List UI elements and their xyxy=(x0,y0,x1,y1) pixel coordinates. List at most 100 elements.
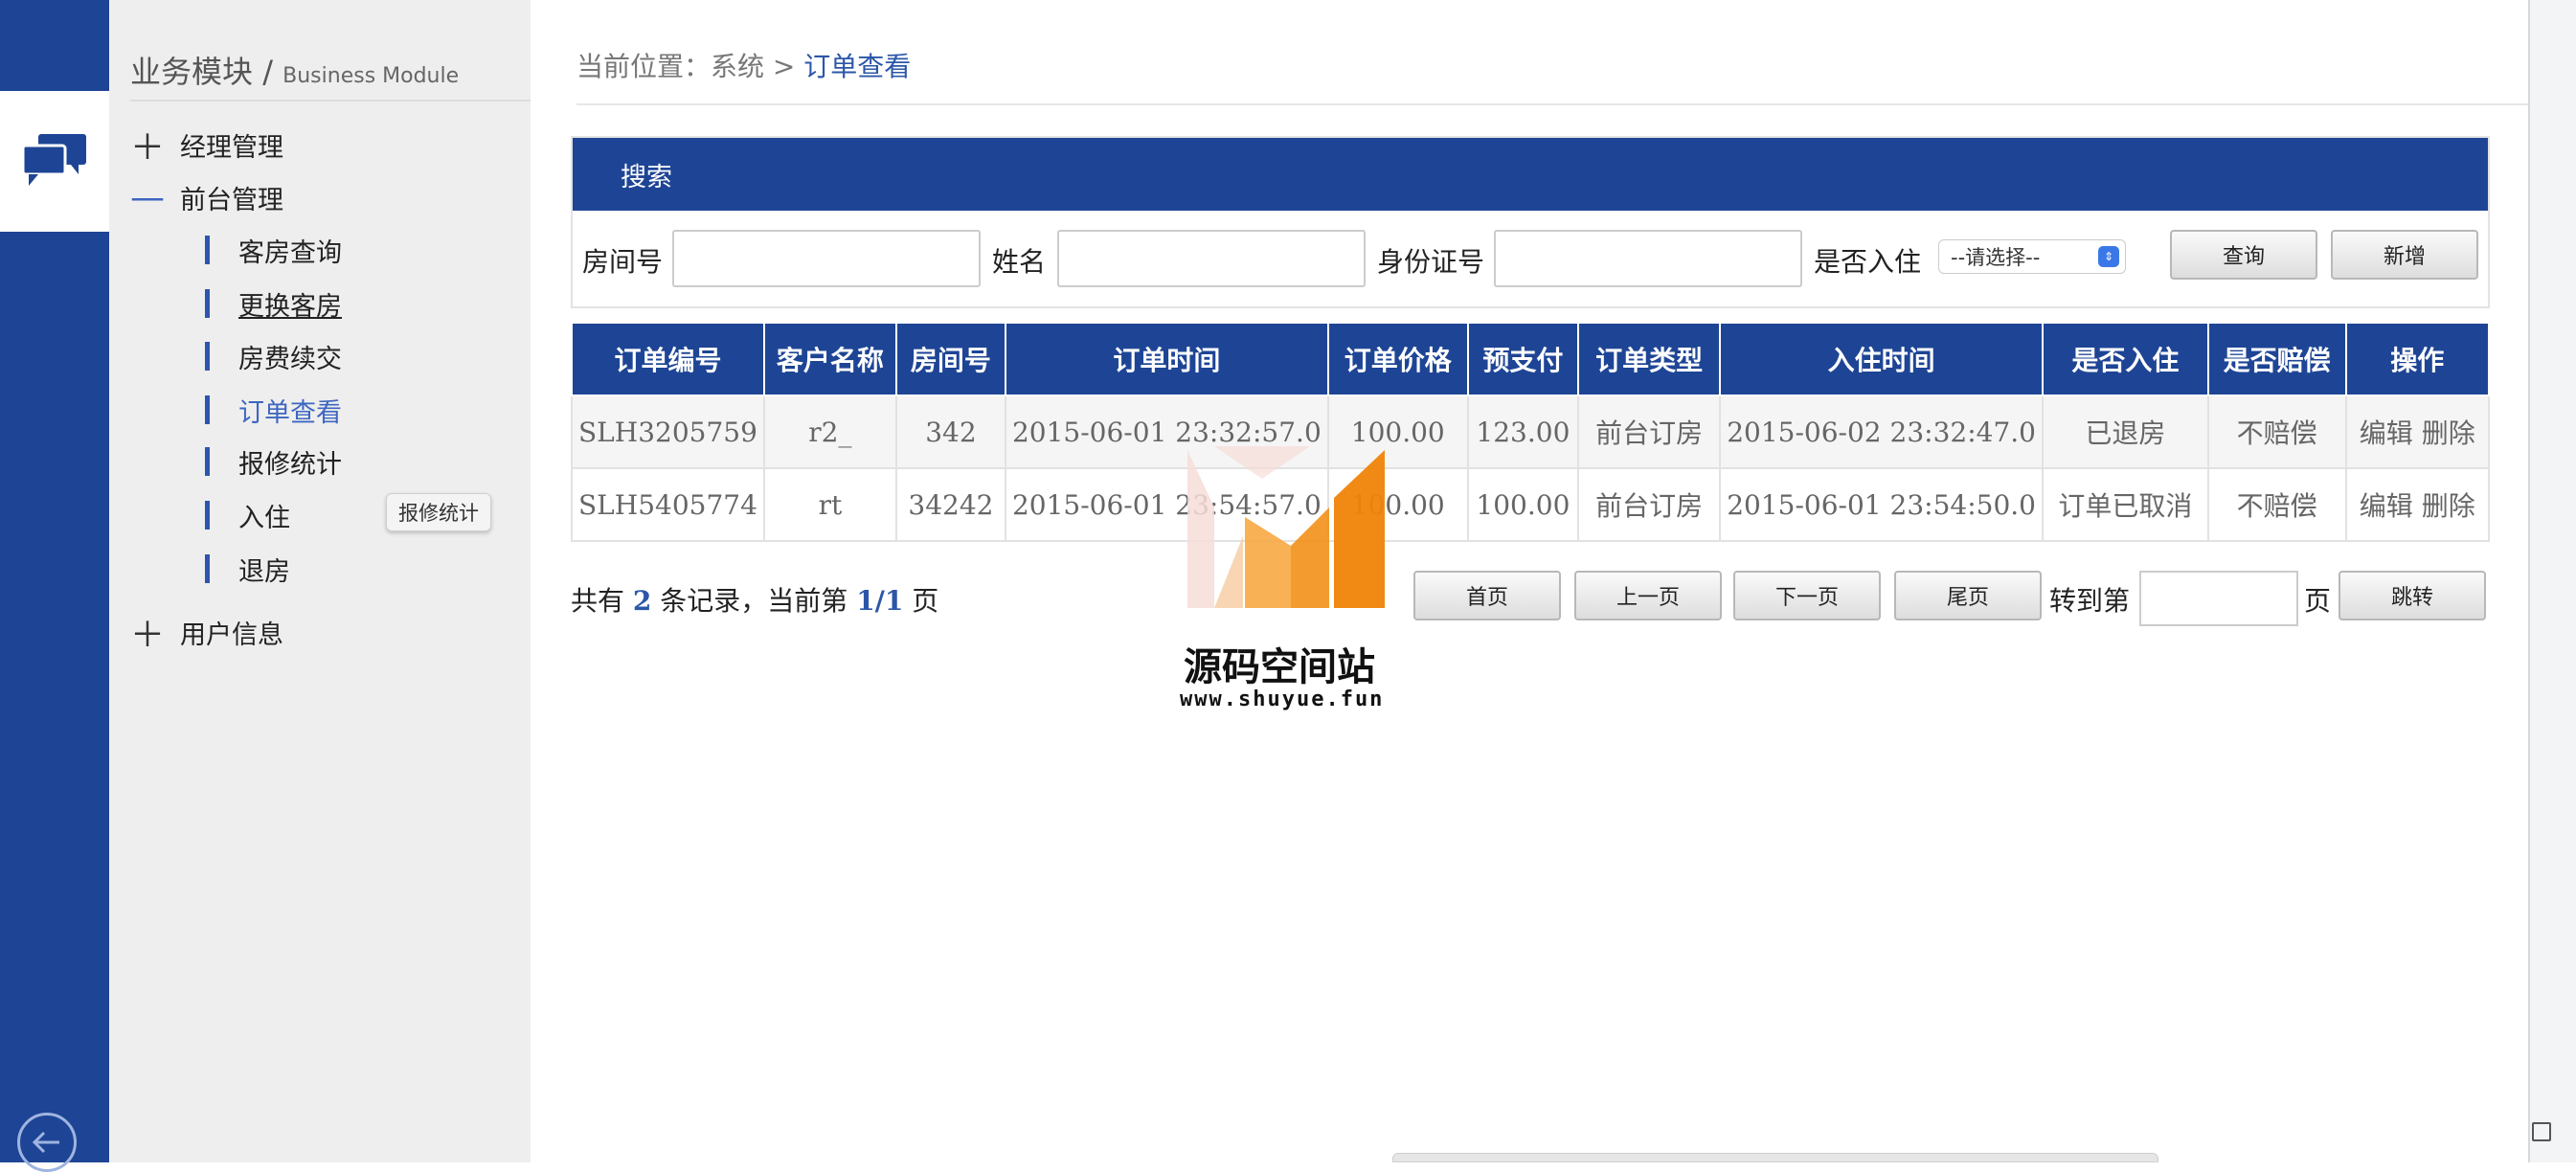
cell-checkin-time: 2015-06-02 23:32:47.0 xyxy=(1719,394,2044,469)
id-number-input[interactable] xyxy=(1494,230,1802,287)
pager-summary: 共有 2 条记录，当前第 1/1 页 xyxy=(571,580,938,619)
sidebar-item-check-in[interactable]: 入住 xyxy=(205,496,290,534)
cell-compensation: 不赔偿 xyxy=(2206,394,2347,469)
select-arrows-icon: ⇕ xyxy=(2098,246,2119,267)
expand-icon: ＋ xyxy=(130,128,166,168)
goto-label: 转到第 xyxy=(2049,585,2131,617)
item-marker xyxy=(205,395,210,424)
column-header: 订单时间 xyxy=(1004,322,1329,396)
sidebar-item-label: 订单查看 xyxy=(238,397,342,428)
cell-order-type: 前台订房 xyxy=(1577,394,1722,469)
sidebar: 业务模块 / Business Module ＋ 经理管理 — 前台管理 客房查… xyxy=(109,0,531,1162)
sidebar-title-en: Business Module xyxy=(282,64,460,88)
query-button[interactable]: 查询 xyxy=(2170,230,2317,280)
item-marker xyxy=(205,236,210,264)
sidebar-item-label: 入住 xyxy=(238,503,290,533)
column-header: 客户名称 xyxy=(762,322,897,396)
name-input[interactable] xyxy=(1057,230,1366,287)
edit-link[interactable]: 编辑 xyxy=(2360,490,2413,522)
expand-icon: ＋ xyxy=(130,616,166,655)
app-rail xyxy=(0,0,109,1172)
chat-icon xyxy=(21,133,86,186)
sidebar-item-label: 报修统计 xyxy=(238,449,342,480)
menu-group-manager[interactable]: ＋ 经理管理 xyxy=(130,125,283,168)
page-indicator: 1/1 xyxy=(856,585,904,617)
checkin-select-value: --请选择-- xyxy=(1951,246,2041,269)
menu-group-label: 用户信息 xyxy=(180,620,283,650)
table-row: SLH5405774 rt 34242 2015-06-01 23:54:57.… xyxy=(571,467,2491,542)
checkin-select[interactable]: --请选择-- ⇕ xyxy=(1938,239,2126,274)
edit-link[interactable]: 编辑 xyxy=(2360,417,2413,449)
sidebar-title: 业务模块 / Business Module xyxy=(130,48,459,92)
sidebar-divider xyxy=(130,100,531,101)
delete-link[interactable]: 删除 xyxy=(2422,490,2475,522)
name-label: 姓名 xyxy=(992,246,1047,278)
sidebar-item-repair-stats[interactable]: 报修统计 xyxy=(205,442,342,481)
cell-checkin-time: 2015-06-01 23:54:50.0 xyxy=(1719,467,2044,542)
page-unit-label: 页 xyxy=(2304,585,2332,617)
table-header-row: 订单编号 客户名称 房间号 订单时间 订单价格 预支付 订单类型 入住时间 是否… xyxy=(571,322,2491,396)
column-header: 是否赔偿 xyxy=(2206,322,2347,396)
sidebar-item-change-room[interactable]: 更换客房 xyxy=(205,284,342,323)
right-edge-panel xyxy=(2528,0,2576,1162)
column-header: 订单类型 xyxy=(1577,322,1722,396)
menu-group-user-info[interactable]: ＋ 用户信息 xyxy=(130,613,283,655)
sidebar-item-renew-fee[interactable]: 房费续交 xyxy=(205,337,342,375)
sidebar-item-room-query[interactable]: 客房查询 xyxy=(205,231,342,269)
cell-prepay: 100.00 xyxy=(1466,467,1580,542)
main-content: 当前位置：系统 > 订单查看 搜索 房间号 姓名 身份证号 是否入住 --请选择… xyxy=(531,0,2532,1162)
item-marker xyxy=(205,342,210,371)
back-button[interactable] xyxy=(17,1113,77,1172)
sidebar-item-label: 退房 xyxy=(238,556,290,587)
room-number-label: 房间号 xyxy=(582,246,664,278)
checkin-label: 是否入住 xyxy=(1814,246,1922,278)
item-marker xyxy=(205,289,210,318)
sidebar-title-sep: / xyxy=(253,54,283,90)
search-panel-title: 搜索 xyxy=(573,138,2488,211)
breadcrumb-prefix: 当前位置：系统 > xyxy=(576,51,804,82)
horizontal-scrollbar[interactable] xyxy=(1392,1153,2158,1162)
breadcrumb-current[interactable]: 订单查看 xyxy=(803,51,911,82)
sidebar-title-cn: 业务模块 xyxy=(130,54,254,90)
room-number-input[interactable] xyxy=(672,230,981,287)
tooltip: 报修统计 xyxy=(386,493,491,531)
sidebar-item-label: 房费续交 xyxy=(238,344,342,374)
sidebar-item-order-view[interactable]: 订单查看 xyxy=(205,391,342,429)
collapse-icon: — xyxy=(130,177,165,217)
column-header: 入住时间 xyxy=(1719,322,2044,396)
document-icon[interactable] xyxy=(2532,1122,2551,1141)
watermark-url: www.shuyue.fun xyxy=(1180,687,1385,711)
next-page-button[interactable]: 下一页 xyxy=(1733,571,1881,620)
last-page-button[interactable]: 尾页 xyxy=(1894,571,2042,620)
add-button[interactable]: 新增 xyxy=(2331,230,2478,280)
goto-page-input[interactable] xyxy=(2139,571,2298,626)
first-page-button[interactable]: 首页 xyxy=(1413,571,1561,620)
cell-compensation: 不赔偿 xyxy=(2206,467,2347,542)
cell-room: 342 xyxy=(894,394,1006,469)
item-marker xyxy=(205,501,210,530)
cell-customer: r2_ xyxy=(762,394,897,469)
id-number-label: 身份证号 xyxy=(1377,246,1485,278)
column-header: 订单价格 xyxy=(1326,322,1469,396)
cell-customer: rt xyxy=(762,467,897,542)
cell-prepay: 123.00 xyxy=(1466,394,1580,469)
prev-page-button[interactable]: 上一页 xyxy=(1574,571,1722,620)
cell-order-id: SLH3205759 xyxy=(571,394,765,469)
cell-actions: 编辑 删除 xyxy=(2344,467,2491,542)
item-marker xyxy=(205,554,210,583)
jump-button[interactable]: 跳转 xyxy=(2339,571,2486,620)
table-row: SLH3205759 r2_ 342 2015-06-01 23:32:57.0… xyxy=(571,394,2491,469)
watermark-title: 源码空间站 xyxy=(1184,645,1375,689)
cell-checkin-status: 订单已取消 xyxy=(2042,467,2209,542)
sidebar-item-check-out[interactable]: 退房 xyxy=(205,550,290,588)
cell-room: 34242 xyxy=(894,467,1006,542)
delete-link[interactable]: 删除 xyxy=(2422,417,2475,449)
pager-text: 共有 xyxy=(571,585,633,617)
column-header: 预支付 xyxy=(1466,322,1580,396)
column-header: 房间号 xyxy=(894,322,1006,396)
rail-tab-messages[interactable] xyxy=(0,91,109,232)
column-header: 订单编号 xyxy=(571,322,765,396)
arrow-left-icon xyxy=(32,1131,59,1154)
sidebar-item-label: 客房查询 xyxy=(238,237,342,268)
menu-group-front-desk[interactable]: — 前台管理 xyxy=(130,177,283,217)
